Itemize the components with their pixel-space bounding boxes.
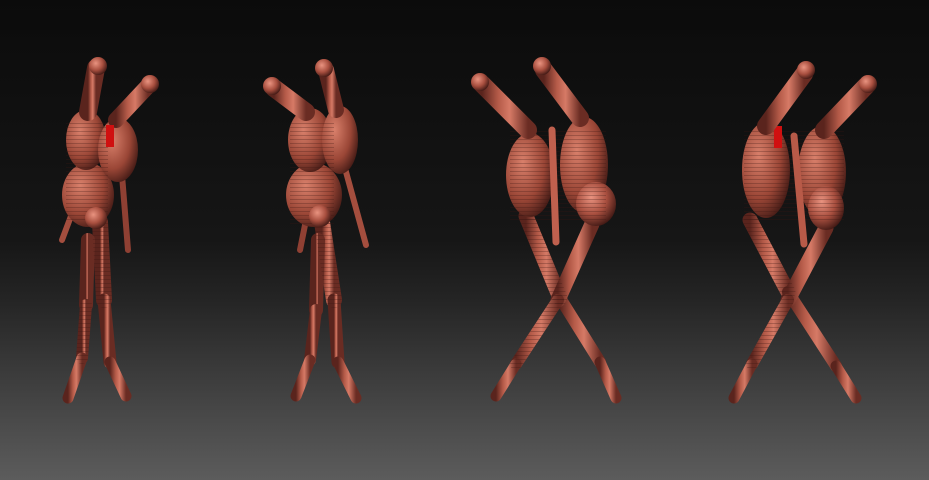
background	[0, 0, 929, 480]
viewport-canvas[interactable]	[0, 0, 929, 480]
sculpt-viewport[interactable]	[0, 0, 929, 480]
